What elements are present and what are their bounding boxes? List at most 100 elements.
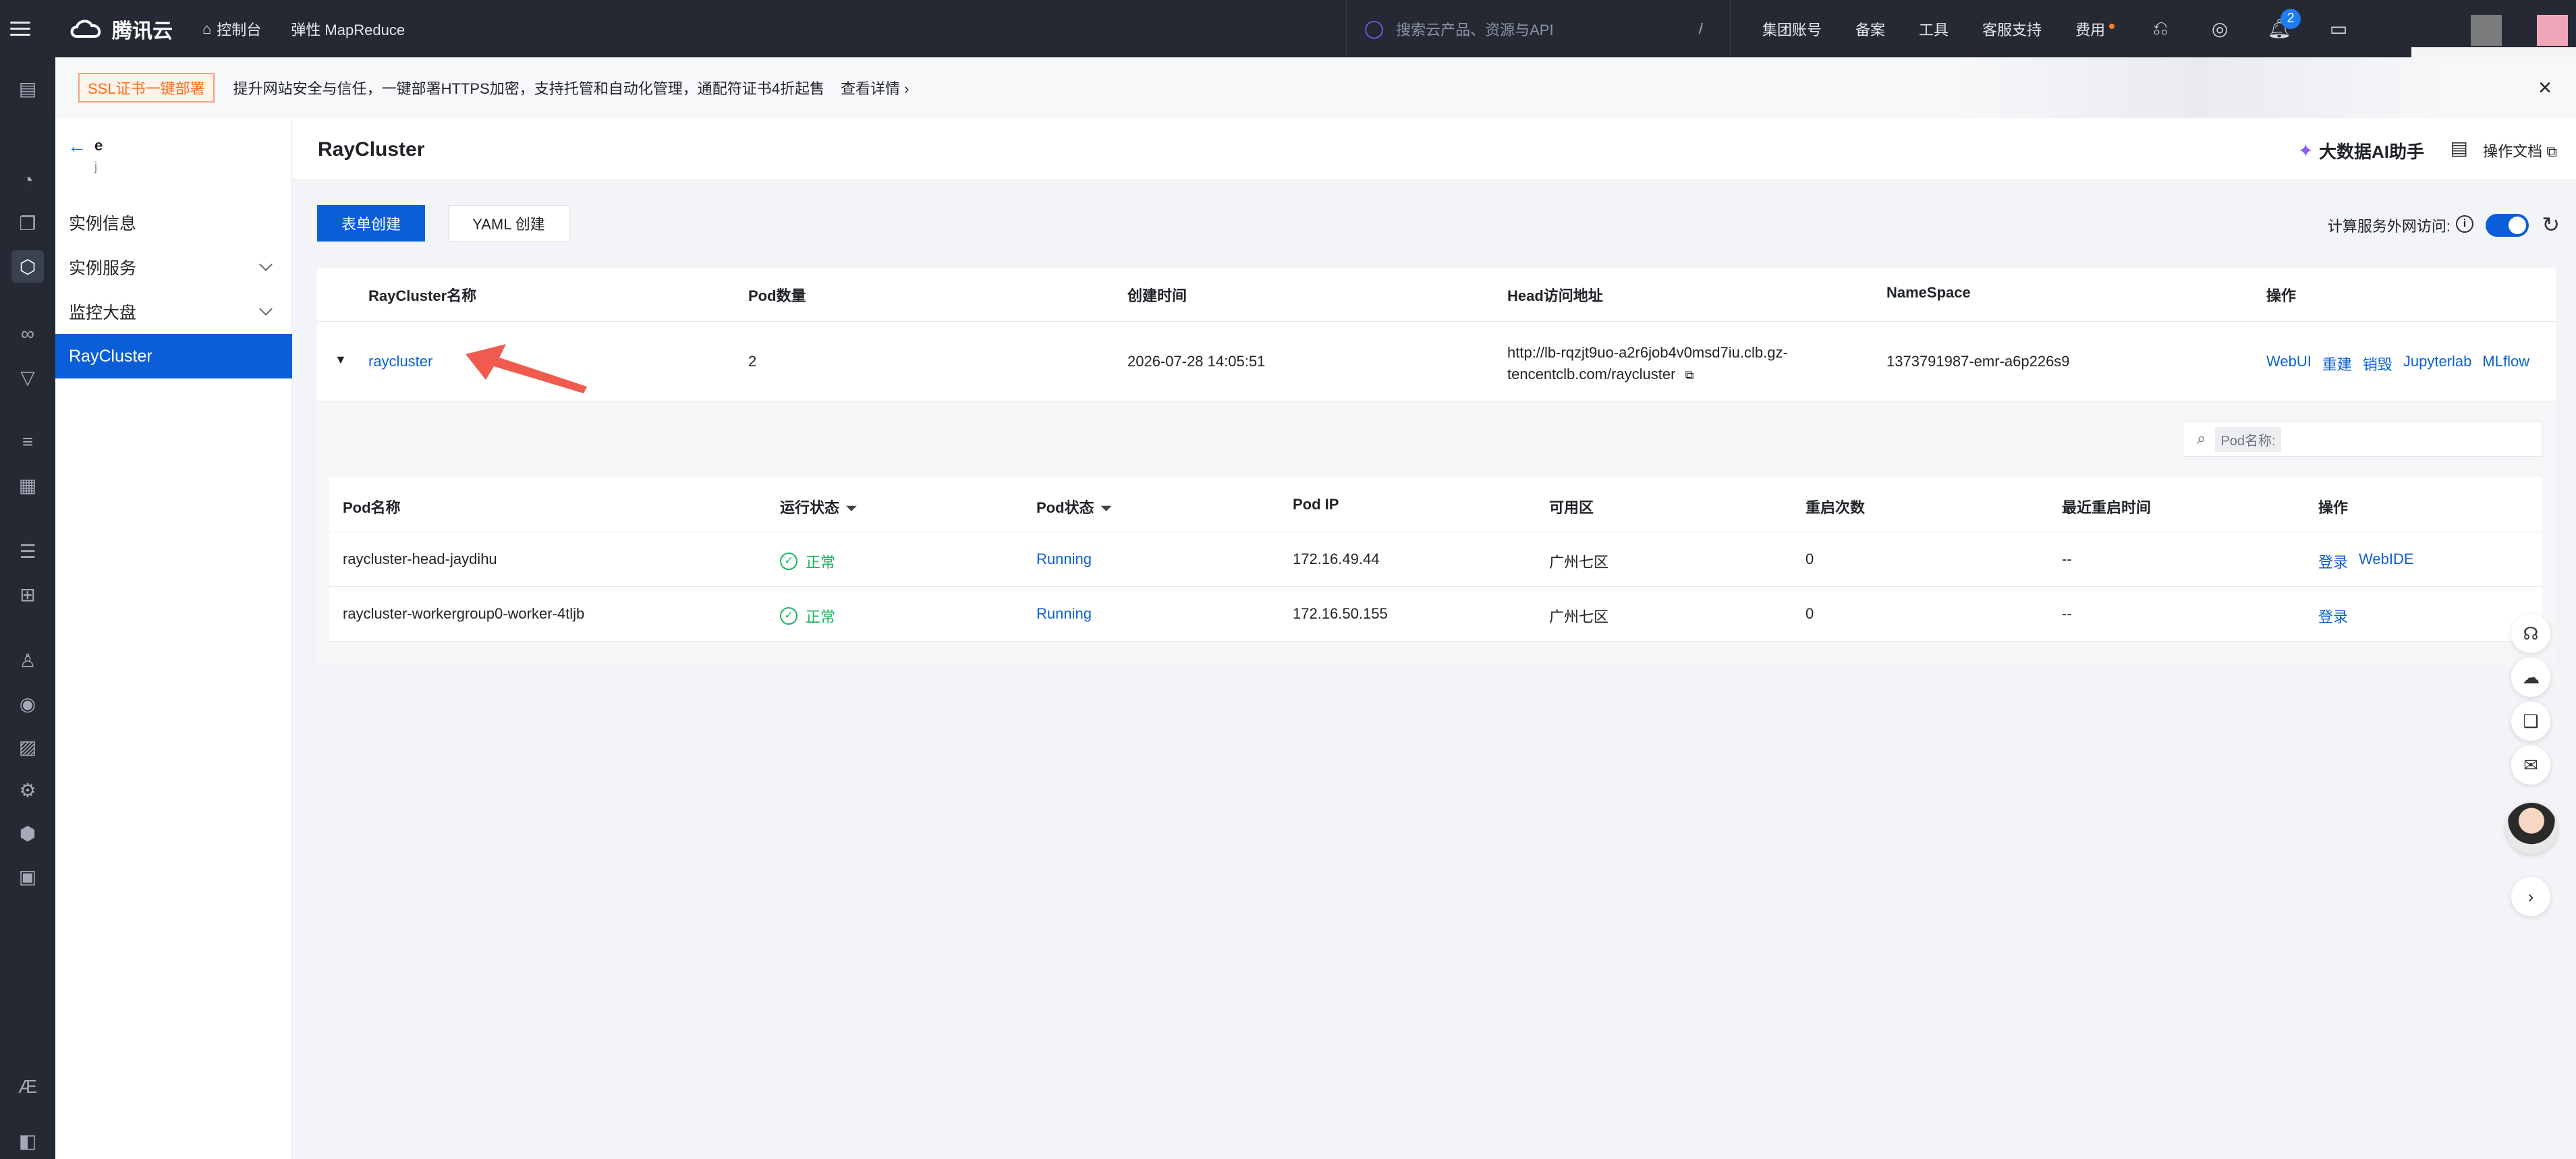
ai-assistant-button[interactable]: ✦ 大数据AI助手 (2298, 138, 2424, 163)
assistant-avatar[interactable] (2506, 803, 2557, 854)
headset-icon[interactable]: ☊ (2511, 614, 2550, 653)
sidebar-item-instance-services[interactable]: 实例服务 (55, 245, 292, 289)
dashboard-icon[interactable]: ◔ (11, 164, 44, 196)
jupyterlab-link[interactable]: Jupyterlab (2403, 353, 2472, 374)
page-header: RayCluster ✦ 大数据AI助手 ▤ 操作文档 ⧉ (292, 118, 2576, 180)
webui-link[interactable]: WebUI (2266, 353, 2312, 374)
server-icon[interactable]: ☰ (11, 535, 44, 567)
instance-id: j (94, 160, 97, 173)
create-by-form-button[interactable]: 表单创建 (317, 205, 425, 242)
product-name[interactable]: 弹性 MapReduce (291, 18, 405, 40)
monitor-icon[interactable]: ◉ (11, 687, 44, 720)
link-icon[interactable]: ∞ (11, 318, 44, 350)
column-header: Head访问地址 (1507, 287, 1603, 304)
sidebar-item-raycluster[interactable]: RayCluster (55, 334, 292, 378)
banner-detail-link[interactable]: 查看详情 › (841, 77, 909, 98)
settings-icon[interactable]: ⚙ (11, 774, 44, 806)
head-address: http://lb-rqzjt9uo-a2r6job4v0msd7iu.clb.… (1507, 342, 1788, 386)
cube-icon[interactable]: ⬡ (11, 250, 44, 283)
user-avatar[interactable] (2537, 15, 2568, 46)
docs-link[interactable]: 操作文档 ⧉ (2483, 140, 2557, 161)
pod-actions: 登录 (2318, 605, 2348, 627)
last-restart: -- (2062, 550, 2072, 567)
head-url-line-1: http://lb-rqzjt9uo-a2r6job4v0msd7iu.clb.… (1507, 344, 1788, 361)
copy-icon[interactable]: ❐ (11, 207, 44, 239)
expand-caret-icon[interactable]: ▼ (335, 353, 347, 367)
collapse-sidebar-icon[interactable]: ◧ (11, 1125, 44, 1157)
filter-icon[interactable]: ⏷ (846, 501, 857, 516)
filter-icon[interactable]: ▽ (11, 361, 44, 393)
nav-link-support[interactable]: 客服支持 (1982, 18, 2042, 40)
language-icon[interactable]: ⎌ (2147, 16, 2174, 43)
sidebar-item-monitoring[interactable]: 监控大盘 (55, 289, 292, 334)
raycluster-name-link[interactable]: raycluster (368, 353, 432, 370)
top-navigation-bar: 腾讯云 ⌂ 控制台 弹性 MapReduce ◯ 搜索云产品、资源与API / … (0, 0, 2576, 58)
banner-close-icon[interactable]: × (2538, 75, 2552, 101)
pod-search-input[interactable]: ⌕ Pod名称: (2183, 422, 2542, 457)
destroy-link[interactable]: 销毁 (2363, 353, 2392, 374)
sidebar-item-instance-info[interactable]: 实例信息 (55, 200, 292, 245)
pod-state[interactable]: Running (1036, 605, 1092, 623)
check-circle-icon: ✓ (780, 553, 797, 570)
back-arrow-icon[interactable]: ← (67, 136, 86, 157)
feedback-icon[interactable]: ✉ (2511, 745, 2550, 785)
brand-logo[interactable]: 腾讯云 (67, 14, 173, 44)
check-circle-icon: ✓ (780, 607, 797, 625)
filter-icon[interactable]: ⏷ (1101, 501, 1112, 516)
global-search-input[interactable]: ◯ 搜索云产品、资源与API / (1346, 0, 1731, 57)
panel-icon[interactable]: ▦ (11, 469, 44, 501)
nav-link-group-account[interactable]: 集团账号 (1762, 18, 1822, 40)
pod-expand-panel: ⌕ Pod名称: Pod名称 运行状态 ⏷ Pod状态 ⏷ Pod IP 可用区 重… (317, 401, 2556, 665)
report-icon[interactable]: ▨ (11, 731, 44, 763)
apps-icon[interactable]: ⊞ (11, 578, 44, 611)
namespace: 1373791987-emr-a6p226s9 (1886, 353, 2070, 370)
banner-tag[interactable]: SSL证书一键部署 (78, 73, 215, 103)
wallet-icon[interactable]: ▭ (2325, 16, 2352, 43)
cloud-upload-icon[interactable]: ☁ (2511, 658, 2550, 697)
user-icon[interactable]: ♙ (11, 644, 44, 677)
brand-name: 腾讯云 (112, 20, 173, 43)
chart-icon[interactable]: ▣ (11, 860, 44, 893)
column-header: Pod IP (1293, 496, 1339, 513)
promo-banner: SSL证书一键部署 提升网站安全与信任，一键部署HTTPS加密，支持托管和自动化… (55, 57, 2576, 118)
compass-icon[interactable]: ◎ (2206, 16, 2233, 43)
console-link[interactable]: ⌂ 控制台 (202, 18, 261, 40)
webide-link[interactable]: WebIDE (2359, 550, 2414, 572)
menu-button[interactable] (0, 0, 40, 57)
column-header: RayCluster名称 (368, 287, 477, 304)
bell-icon[interactable]: 🔔︎ 2 (2266, 8, 2301, 43)
sidebar-item-label: 监控大盘 (69, 304, 137, 322)
external-access-toggle[interactable] (2486, 214, 2529, 237)
pod-state[interactable]: Running (1036, 550, 1092, 568)
pod-name: raycluster-head-jaydihu (343, 550, 497, 567)
list-icon[interactable]: ≡ (11, 426, 44, 458)
login-link[interactable]: 登录 (2318, 550, 2348, 572)
pod-row: raycluster-head-jaydihu ✓ 正常 Running 172.… (329, 532, 2542, 587)
raycluster-table: RayCluster名称 Pod数量 创建时间 Head访问地址 NameSpa… (317, 268, 2556, 665)
chevron-right-icon[interactable]: › (2511, 877, 2550, 916)
annotation-arrow (466, 344, 587, 393)
restart-count: 0 (1805, 550, 1814, 567)
book-icon[interactable]: ❑ (2511, 702, 2550, 741)
pod-row: raycluster-workergroup0-worker-4tljb ✓ 正常… (329, 587, 2542, 642)
zone: 广州七区 (1549, 609, 1609, 625)
nav-link-filing[interactable]: 备案 (1855, 18, 1885, 40)
document-icon[interactable]: ▤ (2451, 137, 2468, 159)
rebuild-link[interactable]: 重建 (2322, 353, 2352, 374)
login-link[interactable]: 登录 (2318, 605, 2348, 627)
restart-count: 0 (1805, 605, 1814, 622)
box-icon[interactable]: ⬢ (11, 817, 44, 849)
nav-link-billing[interactable]: 费用 (2075, 18, 2115, 40)
top-nav-right: 集团账号 备案 工具 客服支持 费用 ⎌ ◎ 🔔︎ 2 ▭ (1762, 0, 2384, 57)
copy-icon[interactable]: ⧉ (1685, 368, 1694, 382)
ai-icon[interactable]: Æ (11, 1071, 44, 1103)
notification-badge: 2 (2280, 8, 2301, 29)
emr-icon[interactable]: ▤ (11, 72, 44, 105)
info-icon[interactable]: i (2456, 215, 2473, 233)
refresh-icon[interactable]: ↻ (2542, 212, 2560, 237)
mlflow-link[interactable]: MLflow (2482, 353, 2529, 374)
column-header: Pod数量 (748, 287, 806, 304)
create-by-yaml-button[interactable]: YAML 创建 (448, 205, 569, 242)
nav-link-tools[interactable]: 工具 (1919, 18, 1949, 40)
account-avatar[interactable] (2471, 15, 2502, 46)
